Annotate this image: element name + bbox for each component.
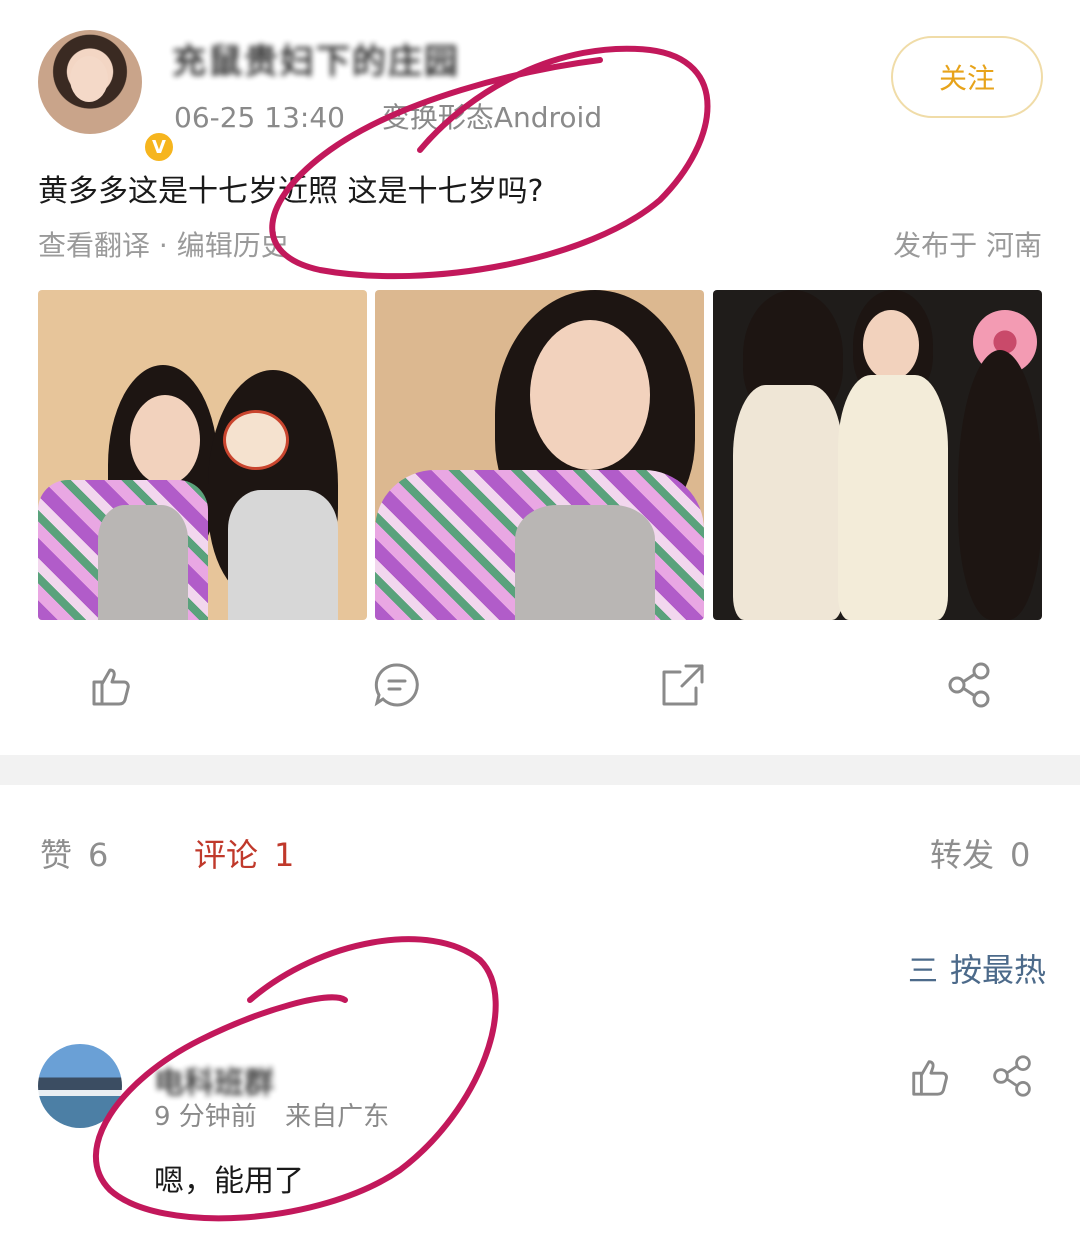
reposts-count: 0: [1010, 836, 1031, 874]
translate-edit-history-link[interactable]: 查看翻译 · 编辑历史: [38, 224, 289, 264]
comments-count: 1: [274, 836, 295, 874]
comment-item: 电科班群 9 分钟前 来自广东 嗯，能用了: [0, 1040, 1080, 1210]
post-action-bar: [0, 660, 1080, 720]
comment-text: 嗯，能用了: [154, 1164, 304, 1199]
post-location: 发布于 河南: [893, 229, 1042, 262]
post-text: 黄多多这是十七岁近照 这是十七岁吗?: [38, 174, 544, 209]
comment-time: 9 分钟前: [154, 1102, 257, 1132]
photo-grid: [38, 290, 1042, 620]
comment-meta: 9 分钟前 来自广东: [154, 1096, 389, 1133]
tab-likes[interactable]: 赞6: [40, 830, 108, 876]
photo-2[interactable]: [375, 290, 704, 620]
post-source: 变换形态Android: [381, 101, 603, 134]
stats-tabs: 赞6 评论 1 转发 0: [0, 830, 1080, 874]
author-avatar[interactable]: V: [38, 30, 176, 164]
comment-share-icon[interactable]: [990, 1054, 1034, 1098]
author-username[interactable]: 充鼠贵妇下的庄园: [172, 34, 460, 82]
comments-label: 评论: [194, 836, 259, 874]
comment-location: 来自广东: [285, 1102, 390, 1132]
section-divider: [0, 755, 1080, 785]
avatar-face: [70, 56, 108, 102]
reposts-label: 转发: [930, 836, 995, 874]
photo-1[interactable]: [38, 290, 367, 620]
likes-label: 赞: [40, 836, 73, 874]
tab-comments[interactable]: 评论 1: [194, 830, 294, 876]
thumbs-up-icon[interactable]: [86, 660, 136, 710]
comment-thumbs-up-icon[interactable]: [908, 1054, 952, 1098]
tab-reposts[interactable]: 转发 0: [930, 830, 1030, 876]
commenter-avatar[interactable]: [38, 1044, 122, 1128]
sort-icon: 三: [907, 954, 938, 989]
post-time: 06-25 13:40: [174, 101, 345, 134]
repost-icon[interactable]: [658, 660, 708, 710]
sort-toggle[interactable]: 三 按最热: [908, 945, 1046, 991]
verified-badge-icon: V: [142, 130, 176, 164]
weibo-post: V 充鼠贵妇下的庄园 06-25 13:40 变换形态Android 关注 黄多…: [0, 0, 1080, 755]
photo-3[interactable]: [713, 290, 1042, 620]
likes-count: 6: [88, 836, 109, 874]
comment-icon[interactable]: [372, 660, 422, 710]
post-meta: 06-25 13:40 变换形态Android: [174, 96, 602, 136]
follow-button[interactable]: 关注: [891, 36, 1043, 118]
sort-label: 按最热: [949, 951, 1046, 989]
share-icon[interactable]: [944, 660, 994, 710]
